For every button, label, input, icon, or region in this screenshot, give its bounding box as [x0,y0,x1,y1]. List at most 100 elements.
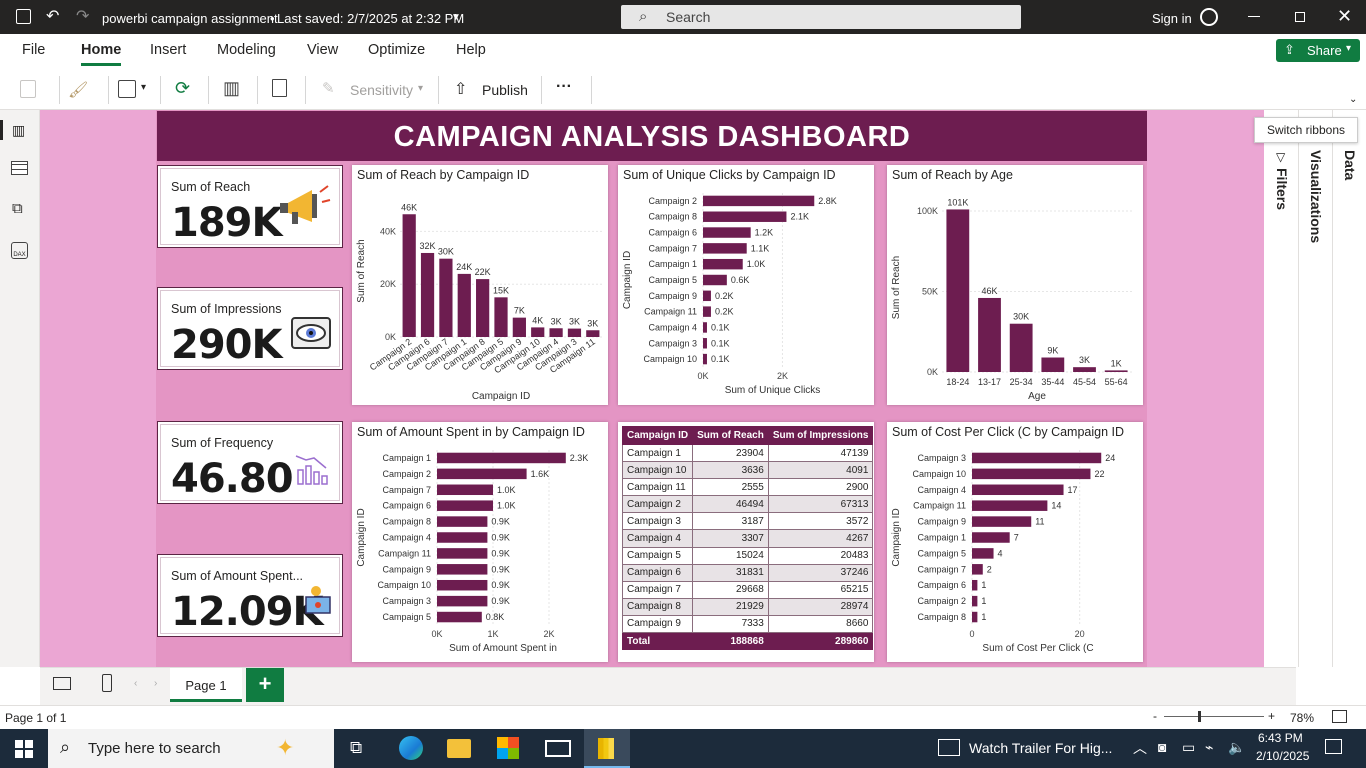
new-visual-icon[interactable]: ▥ [223,78,240,99]
chart-reach-by-campaign[interactable]: Sum of Reach by Campaign ID 0K 20K 40K 46K C… [352,165,608,405]
get-data-icon[interactable] [118,80,136,98]
publish-button[interactable]: Publish [482,82,528,98]
table-row[interactable]: Campaign 6 31831 37246 [621,563,874,582]
notifications-icon[interactable] [1325,739,1342,754]
card-sum-of-reach[interactable]: Sum of Reach 189K [157,165,343,248]
chevron-down-icon[interactable]: ▾ [141,82,146,93]
page-tab[interactable]: Page 1 [170,668,242,702]
menu-insert[interactable]: Insert [150,42,186,58]
menu-view[interactable]: View [307,42,338,58]
chart-cpc-by-campaign[interactable]: Sum of Cost Per Click (C by Campaign ID … [887,422,1143,662]
clock-date[interactable]: 2/10/2025 [1256,749,1309,763]
table-header-cell[interactable]: Sum of Impressions [767,426,874,445]
table-row[interactable]: Campaign 8 21929 28974 [621,597,874,616]
card-sum-of-frequency[interactable]: Sum of Frequency 46.80 [157,421,343,504]
table-row[interactable]: Campaign 4 3307 4267 [621,529,874,548]
menu-file[interactable]: File [22,42,45,58]
data-label: 46K [401,202,417,212]
table-row[interactable]: Campaign 7 29668 65215 [621,580,874,599]
table-row[interactable]: Campaign 3 3187 3572 [621,512,874,531]
card-value: 189K [171,200,282,246]
paste-icon[interactable] [20,80,36,98]
mail-icon[interactable] [545,740,571,757]
menu-modeling[interactable]: Modeling [217,42,276,58]
data-pane-tab[interactable]: Data [1342,150,1358,180]
undo-icon[interactable]: ↶ [46,6,59,26]
camera-icon[interactable]: ◙ [1158,739,1166,755]
bar [703,274,727,286]
fit-to-page-icon[interactable] [1332,710,1347,723]
format-painter-icon[interactable]: 🖌 [68,80,88,100]
battery-icon[interactable]: ▭ [1182,739,1195,756]
chart-reach-by-age[interactable]: Sum of Reach by Age 0K 50K 100K 101K 18-24 46… [887,165,1143,405]
clock-time[interactable]: 6:43 PM [1258,731,1303,745]
filters-pane-tab[interactable]: Filters [1274,168,1290,210]
document-title[interactable]: powerbi campaign assignment [102,11,278,26]
previous-page-icon[interactable]: ‹ [134,678,137,689]
chevron-down-icon[interactable]: ▼ [451,12,461,23]
menu-home[interactable]: Home [81,42,121,58]
zoom-slider-thumb[interactable] [1198,711,1201,722]
table-row[interactable]: Campaign 11 2555 2900 [621,478,874,497]
chevron-up-icon[interactable]: ︿ [1133,738,1147,758]
publish-icon[interactable]: ⇧ [454,79,467,99]
volume-icon[interactable]: 🔈 [1228,739,1245,756]
table-cell: 23904 [692,443,769,463]
close-icon[interactable]: ✕ [1337,6,1352,27]
model-view-icon[interactable]: ⧉ [12,200,23,217]
file-explorer-icon[interactable] [447,739,471,758]
desktop-layout-icon[interactable] [53,677,71,690]
report-view-icon[interactable] [0,120,3,140]
table-row[interactable]: Campaign 10 3636 4091 [621,461,874,480]
redo-icon[interactable]: ↷ [76,6,89,26]
megaphone-icon [280,185,331,224]
table-total-row[interactable]: Total 188868 289860 [621,632,874,651]
y-tick-label: Campaign 3 [382,596,431,606]
microsoft-store-icon[interactable] [497,737,519,759]
sign-in-link[interactable]: Sign in [1152,11,1192,26]
campaign-table[interactable]: Campaign ID Sum of Reach Sum of Impression… [621,426,874,651]
report-view-icon[interactable]: ▥ [12,122,25,139]
card-sum-of-amount-spent[interactable]: Sum of Amount Spent... 12.09K [157,554,343,637]
y-tick-label: Campaign 2 [917,596,966,606]
table-header-cell[interactable]: Sum of Reach [692,426,769,445]
chart-amount-spent-by-campaign[interactable]: Sum of Amount Spent in by Campaign ID 0K… [352,422,608,662]
news-widget[interactable]: Watch Trailer For Hig... [969,740,1112,756]
table-view-icon[interactable] [11,161,28,175]
task-view-icon[interactable]: ⧉ [350,738,362,758]
add-page-button[interactable]: + [246,668,284,702]
next-page-icon[interactable]: › [154,678,157,689]
calculator-icon[interactable] [272,79,287,97]
menu-optimize[interactable]: Optimize [368,42,425,58]
maximize-icon[interactable] [1295,12,1305,22]
dax-query-icon[interactable]: DAX [11,242,28,259]
refresh-icon[interactable]: ⟳ [175,78,190,99]
table-row[interactable]: Campaign 2 46494 67313 [621,495,874,514]
zoom-in-icon[interactable]: + [1268,709,1275,723]
mobile-layout-icon[interactable] [102,674,112,692]
menu-help[interactable]: Help [456,42,486,58]
table-row[interactable]: Campaign 1 23904 47139 [621,443,874,463]
windows-start-icon[interactable] [15,740,33,758]
declining-chart-icon [295,455,328,485]
more-options-icon[interactable]: ··· [556,78,572,96]
zoom-slider[interactable] [1164,716,1264,717]
table-header-cell[interactable]: Campaign ID [621,426,694,445]
minimize-icon[interactable] [1248,16,1260,17]
table-row[interactable]: Campaign 9 7333 8660 [621,614,874,634]
card-sum-of-impressions[interactable]: Sum of Impressions 290K [157,287,343,370]
visualizations-pane-tab[interactable]: Visualizations [1308,150,1324,243]
zoom-out-icon[interactable]: - [1153,709,1157,723]
edge-icon[interactable] [399,736,423,760]
taskbar-search[interactable]: ⌕ Type here to search ✦ [48,729,334,768]
account-icon[interactable] [1200,8,1218,26]
collapse-ribbon-icon[interactable]: ⌄ [1349,94,1357,105]
ribbon-separator [108,76,109,104]
share-button[interactable]: ⇪ Share ▾ [1276,39,1360,62]
search-box[interactable]: ⌕ Search [621,5,1021,29]
chart-unique-clicks-by-campaign[interactable]: Sum of Unique Clicks by Campaign ID 0K 2K… [618,165,874,405]
campaign-table-visual[interactable]: Campaign ID Sum of Reach Sum of Impression… [618,422,874,662]
table-row[interactable]: Campaign 5 15024 20483 [621,546,874,565]
save-icon[interactable] [16,9,31,24]
network-icon[interactable]: ⌁ [1205,739,1213,756]
